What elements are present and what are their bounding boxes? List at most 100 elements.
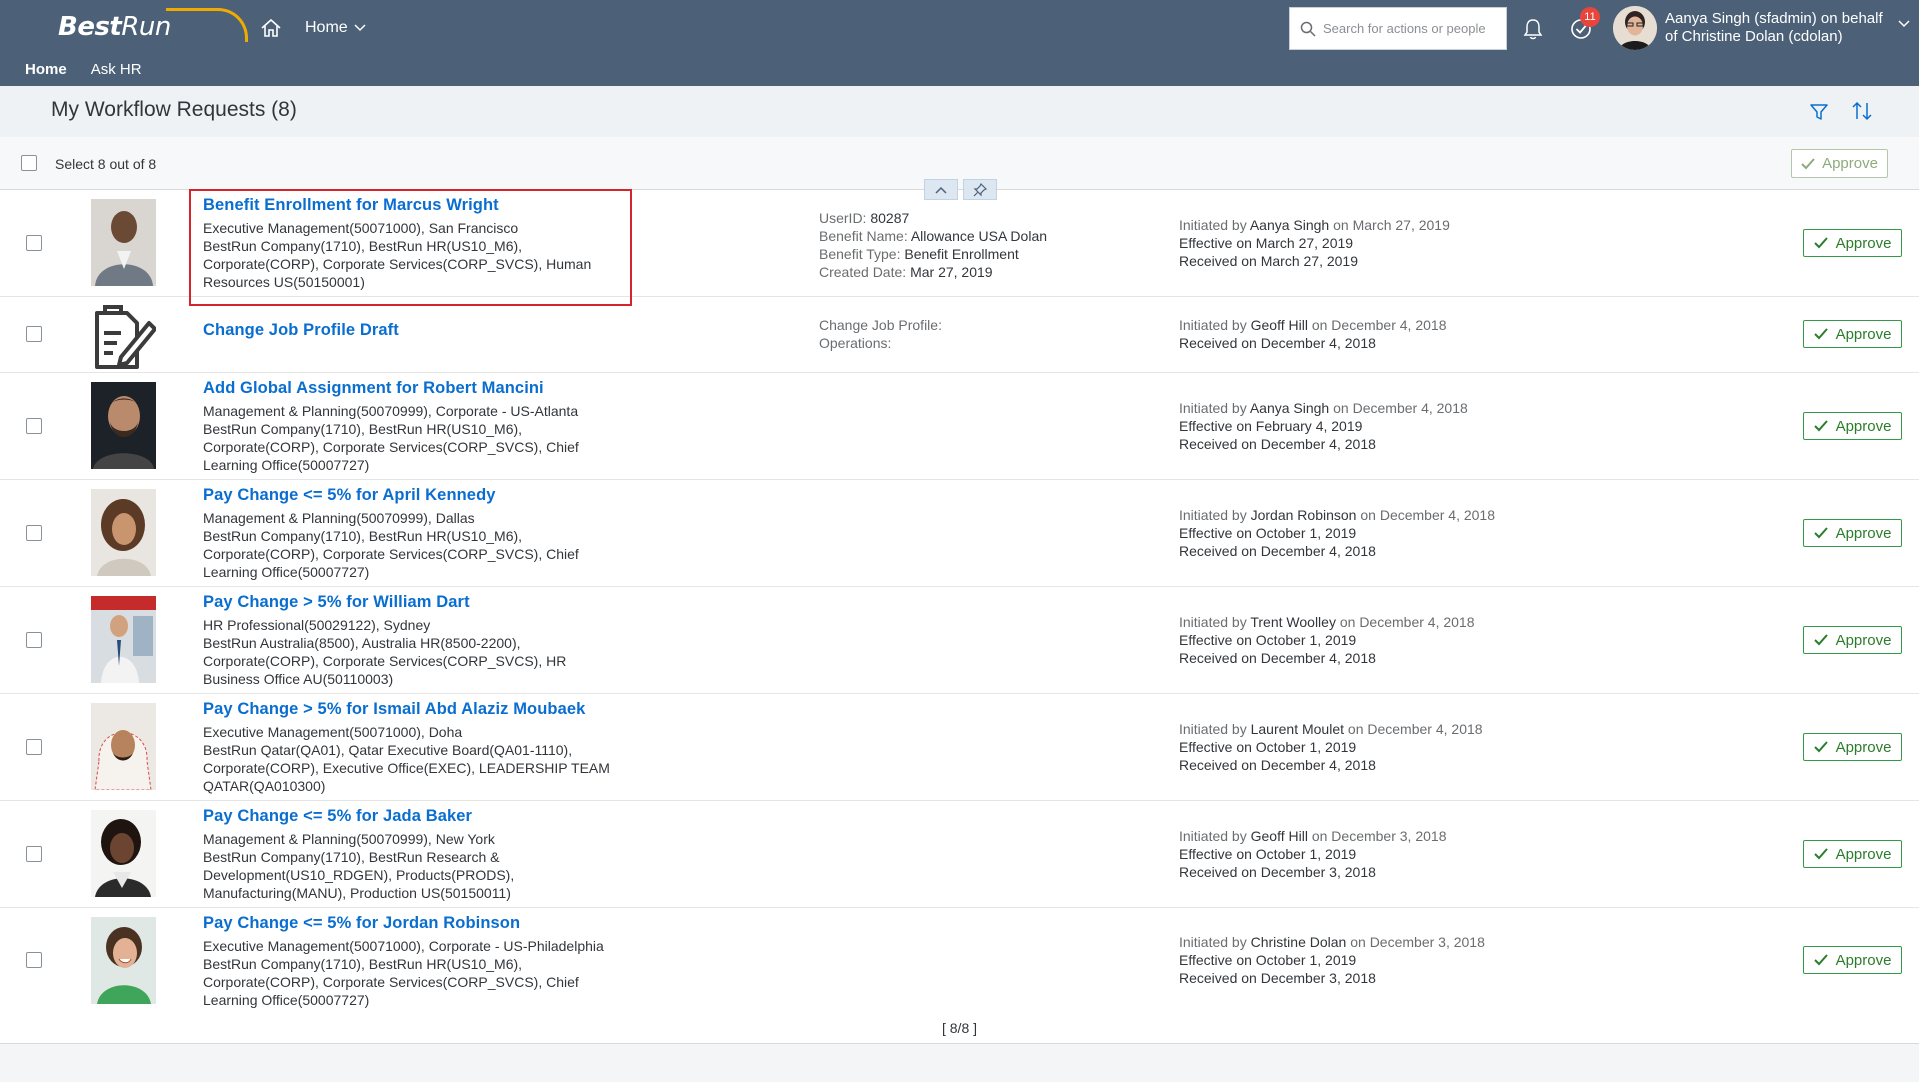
search-field[interactable] (1289, 7, 1507, 50)
request-description: Executive Management(50071000), Corporat… (203, 937, 643, 1009)
table-row[interactable]: Pay Change <= 5% for April Kennedy Manage… (0, 480, 1919, 587)
row-checkbox[interactable] (26, 418, 42, 434)
description-line: Management & Planning(50070999), Corpora… (203, 403, 579, 419)
table-row[interactable]: Pay Change <= 5% for Jada Baker Managemen… (0, 801, 1919, 908)
sub-navigation: Home Ask HR (0, 62, 154, 86)
description-line: Business Office AU(50110003) (203, 671, 394, 687)
bestrun-logo[interactable]: BestRun (58, 8, 248, 52)
notification-bell-icon[interactable] (1522, 17, 1544, 41)
request-status: Initiated by Christine Dolan on December… (1179, 934, 1485, 986)
checkmark-icon (1813, 741, 1828, 753)
request-description: Executive Management(50071000), Doha Best… (203, 723, 643, 795)
user-avatar[interactable] (1613, 6, 1657, 50)
filter-icon[interactable] (1809, 102, 1829, 122)
approve-all-button[interactable]: Approve (1791, 149, 1888, 178)
task-count-badge: 11 (1580, 7, 1600, 27)
home-menu[interactable]: Home (305, 19, 366, 37)
home-icon[interactable] (260, 17, 282, 39)
request-description: Management & Planning(50070999), Corpora… (203, 402, 643, 474)
approve-button[interactable]: Approve (1803, 626, 1902, 654)
row-checkbox[interactable] (26, 952, 42, 968)
detail-line: Created Date: Mar 27, 2019 (819, 264, 993, 280)
employee-photo (91, 199, 156, 286)
table-row[interactable]: Benefit Enrollment for Marcus Wright Exec… (0, 190, 1919, 297)
description-line: BestRun Company(1710), BestRun HR(US10_M… (203, 238, 523, 254)
request-status: Initiated by Geoff Hill on December 4, 2… (1179, 317, 1447, 351)
select-count-label: Select 8 out of 8 (55, 156, 157, 172)
row-checkbox[interactable] (26, 235, 42, 251)
request-status: Initiated by Laurent Moulet on December … (1179, 721, 1483, 773)
description-line: BestRun Australia(8500), Australia HR(85… (203, 635, 521, 651)
checkmark-icon (1801, 157, 1815, 169)
approve-button[interactable]: Approve (1803, 840, 1902, 868)
description-line: Executive Management(50071000), San Fran… (203, 220, 519, 236)
shell-bar: BestRun Home 11 Aanya Singh (sfadmin) on… (0, 0, 1919, 86)
description-line: BestRun Company(1710), BestRun HR(US10_M… (203, 421, 523, 437)
description-line: Corporate(CORP), Corporate Services(CORP… (203, 546, 579, 562)
employee-photo (91, 703, 156, 790)
description-line: BestRun Qatar(QA01), Qatar Executive Boa… (203, 742, 573, 758)
description-line: Management & Planning(50070999), Dallas (203, 510, 475, 526)
chevron-up-icon (935, 186, 947, 194)
checkmark-icon (1813, 848, 1828, 860)
request-title-link[interactable]: Add Global Assignment for Robert Mancini (203, 379, 544, 398)
search-input[interactable] (1323, 21, 1503, 36)
checkmark-icon (1813, 420, 1828, 432)
sort-icon[interactable] (1851, 100, 1873, 122)
row-checkbox[interactable] (26, 326, 42, 342)
approve-button[interactable]: Approve (1803, 519, 1902, 547)
table-row[interactable]: Add Global Assignment for Robert Mancini… (0, 373, 1919, 480)
checkmark-icon (1813, 954, 1828, 966)
request-title-link[interactable]: Benefit Enrollment for Marcus Wright (203, 196, 499, 215)
row-checkbox[interactable] (26, 632, 42, 648)
description-line: Development(US10_RDGEN), Products(PRODS)… (203, 867, 515, 883)
detail-line: Benefit Type: Benefit Enrollment (819, 246, 1019, 262)
table-row[interactable]: Change Job Profile Draft Change Job Profi… (0, 297, 1919, 373)
request-title-link[interactable]: Pay Change <= 5% for Jada Baker (203, 807, 472, 826)
description-line: BestRun Company(1710), BestRun Research … (203, 849, 500, 865)
pin-icon (973, 182, 987, 196)
subnav-ask-hr[interactable]: Ask HR (79, 62, 154, 86)
row-checkbox[interactable] (26, 525, 42, 541)
employee-photo (91, 489, 156, 576)
description-line: Learning Office(50007727) (203, 992, 370, 1008)
request-title-link[interactable]: Change Job Profile Draft (203, 321, 399, 340)
employee-photo (91, 917, 156, 1004)
request-title-link[interactable]: Pay Change > 5% for Ismail Abd Alaziz Mo… (203, 700, 585, 719)
request-status: Initiated by Trent Woolley on December 4… (1179, 614, 1475, 666)
table-row[interactable]: Pay Change > 5% for Ismail Abd Alaziz Mo… (0, 694, 1919, 801)
user-name[interactable]: Aanya Singh (sfadmin) on behalf of Chris… (1665, 10, 1905, 46)
checkmark-icon (1813, 527, 1828, 539)
table-row[interactable]: Pay Change > 5% for William Dart HR Profe… (0, 587, 1919, 694)
chevron-down-icon[interactable] (1898, 20, 1910, 28)
employee-photo (91, 810, 156, 897)
pin-header-button[interactable] (963, 179, 997, 200)
request-title-link[interactable]: Pay Change <= 5% for Jordan Robinson (203, 914, 520, 933)
detail-line: Operations: (819, 335, 892, 351)
row-checkbox[interactable] (26, 739, 42, 755)
select-all-checkbox[interactable] (21, 155, 37, 171)
approve-button[interactable]: Approve (1803, 733, 1902, 761)
description-line: Management & Planning(50070999), New Yor… (203, 831, 495, 847)
request-title-link[interactable]: Pay Change <= 5% for April Kennedy (203, 486, 496, 505)
description-line: HR Professional(50029122), Sydney (203, 617, 431, 633)
search-icon (1300, 21, 1316, 37)
pagination-footer: [ 8/8 ] (0, 1012, 1919, 1044)
description-line: Corporate(CORP), Corporate Services(CORP… (203, 653, 567, 669)
approve-button[interactable]: Approve (1803, 229, 1902, 257)
checkmark-icon (1813, 634, 1828, 646)
request-description: Management & Planning(50070999), Dallas B… (203, 509, 643, 581)
workflow-request-list: Benefit Enrollment for Marcus Wright Exec… (0, 190, 1919, 1014)
subnav-home[interactable]: Home (13, 62, 79, 86)
approve-button[interactable]: Approve (1803, 412, 1902, 440)
collapse-header-button[interactable] (924, 179, 958, 200)
row-checkbox[interactable] (26, 846, 42, 862)
description-line: Corporate(CORP), Corporate Services(CORP… (203, 439, 579, 455)
employee-photo (91, 596, 156, 683)
description-line: Learning Office(50007727) (203, 564, 370, 580)
approve-button[interactable]: Approve (1803, 320, 1902, 348)
table-row[interactable]: Pay Change <= 5% for Jordan Robinson Exec… (0, 908, 1919, 1014)
request-details: UserID: 80287 Benefit Name: Allowance USA… (819, 209, 1047, 281)
approve-button[interactable]: Approve (1803, 946, 1902, 974)
request-title-link[interactable]: Pay Change > 5% for William Dart (203, 593, 470, 612)
